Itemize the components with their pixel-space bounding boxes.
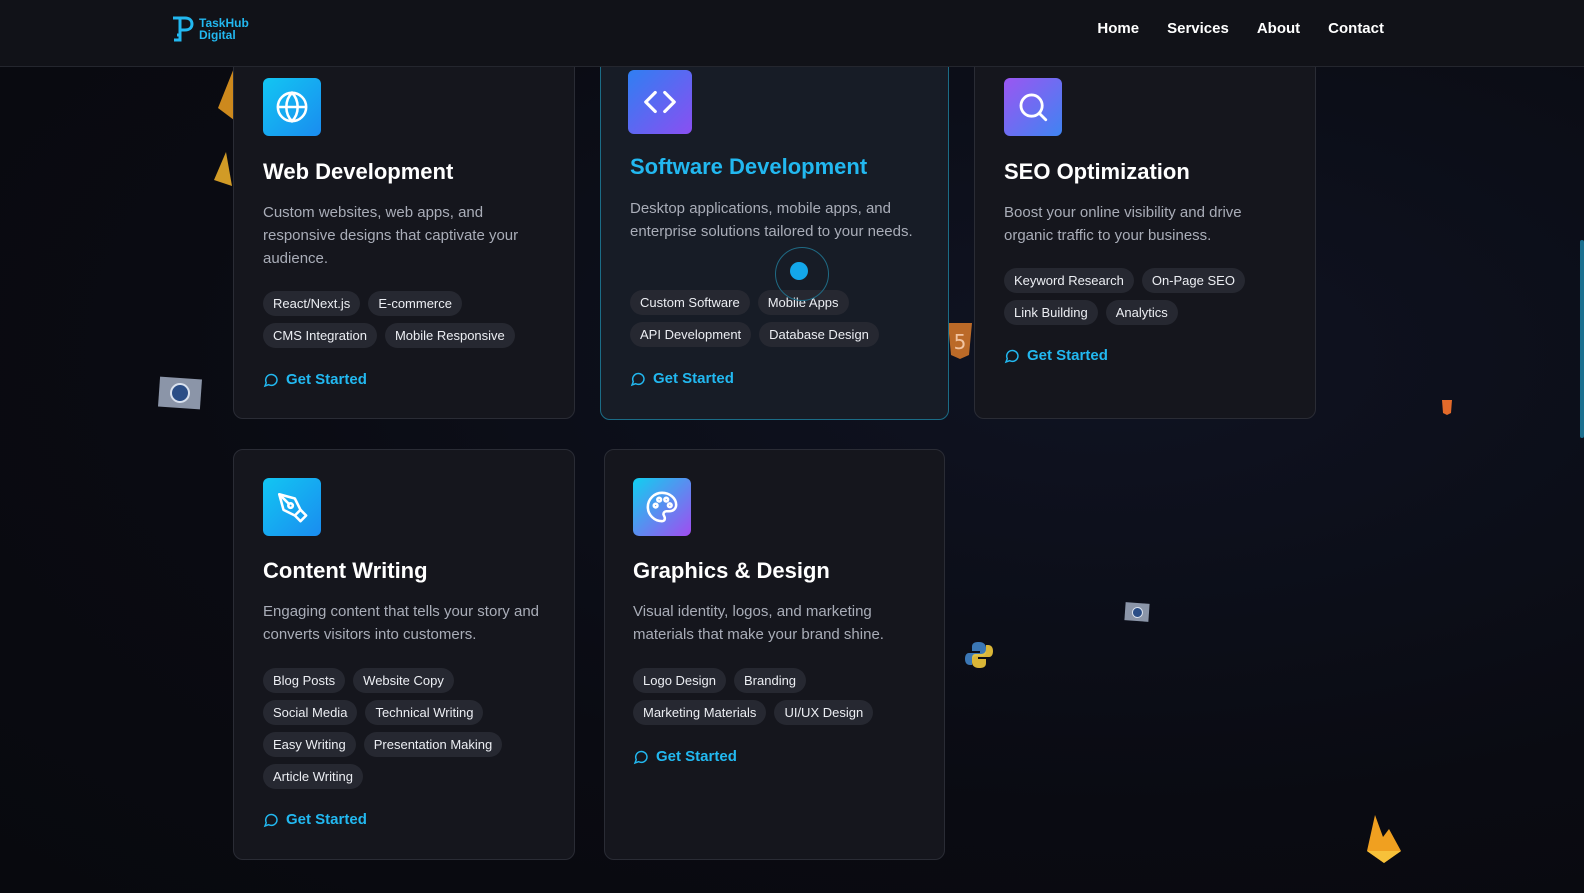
tag: Article Writing — [263, 764, 363, 789]
firebase-icon — [1367, 815, 1401, 863]
pen-tool-icon — [263, 478, 321, 536]
tag-list: Logo Design Branding Marketing Materials… — [633, 668, 923, 725]
cta-label: Get Started — [286, 371, 367, 388]
get-started-button[interactable]: Get Started — [633, 748, 737, 765]
card-description: Engaging content that tells your story a… — [263, 603, 540, 643]
nav-services-link[interactable]: Services — [1167, 20, 1229, 37]
tag: E-commerce — [368, 291, 462, 316]
tag-list: Custom Software Mobile Apps API Developm… — [630, 290, 930, 347]
html5-icon: 5 — [948, 323, 972, 359]
tag: Technical Writing — [365, 700, 484, 725]
chat-bubble-icon — [630, 372, 645, 386]
tag: Branding — [734, 668, 807, 693]
page-scrollbar[interactable] — [1580, 240, 1584, 438]
tag: UI/UX Design — [774, 700, 874, 725]
search-icon — [1004, 78, 1062, 136]
card-title: Graphics & Design — [633, 558, 830, 583]
cta-label: Get Started — [286, 811, 367, 828]
code-icon — [628, 70, 692, 134]
card-description: Visual identity, logos, and marketing ma… — [633, 603, 884, 643]
service-card-web-development[interactable]: Web Development Custom websites, web app… — [233, 40, 575, 419]
tag: React/Next.js — [263, 291, 361, 316]
tag: Logo Design — [633, 668, 726, 693]
tag: Mobile Responsive — [384, 323, 515, 348]
cta-label: Get Started — [653, 370, 734, 387]
tag: Blog Posts — [263, 668, 346, 693]
chat-bubble-icon — [633, 750, 648, 764]
badge-icon — [1124, 602, 1150, 622]
site-header: TaskHub Digital Home Services About Cont… — [0, 0, 1584, 67]
cta-label: Get Started — [656, 748, 737, 765]
tag: Keyword Research — [1004, 268, 1134, 293]
tag: Website Copy — [353, 668, 454, 693]
tag-list: Keyword Research On-Page SEO Link Buildi… — [1004, 268, 1294, 325]
card-title: Web Development — [263, 159, 454, 184]
tag: API Development — [630, 322, 752, 347]
get-started-button[interactable]: Get Started — [1004, 347, 1108, 364]
brand-logo[interactable]: TaskHub Digital — [170, 15, 249, 43]
tag: Analytics — [1105, 300, 1178, 325]
badge-icon — [158, 376, 202, 410]
html5-icon — [1442, 400, 1452, 415]
tag: Custom Software — [630, 290, 750, 315]
tag: On-Page SEO — [1141, 268, 1245, 293]
chat-bubble-icon — [1004, 349, 1019, 363]
nav-about-link[interactable]: About — [1257, 20, 1300, 37]
tag: CMS Integration — [263, 323, 377, 348]
tag: Database Design — [759, 322, 879, 347]
card-description: Custom websites, web apps, and responsiv… — [263, 204, 519, 267]
brand-line2: Digital — [199, 28, 236, 42]
card-title: Content Writing — [263, 558, 428, 583]
card-title: SEO Optimization — [1004, 159, 1190, 184]
nav-contact-link[interactable]: Contact — [1328, 20, 1384, 37]
tag: Link Building — [1004, 300, 1098, 325]
python-icon — [965, 642, 993, 668]
main-nav: Home Services About Contact — [1097, 20, 1384, 37]
get-started-button[interactable]: Get Started — [630, 370, 734, 387]
service-card-seo-optimization[interactable]: SEO Optimization Boost your online visib… — [974, 40, 1316, 419]
service-card-graphics-design[interactable]: Graphics & Design Visual identity, logos… — [604, 449, 945, 860]
cta-label: Get Started — [1027, 347, 1108, 364]
card-description: Boost your online visibility and drive o… — [1004, 204, 1242, 244]
service-card-software-development[interactable]: Software Development Desktop application… — [600, 35, 949, 420]
palette-icon — [633, 478, 691, 536]
tag: Easy Writing — [263, 732, 356, 757]
tag: Social Media — [263, 700, 358, 725]
tag: Marketing Materials — [633, 700, 767, 725]
nav-home-link[interactable]: Home — [1097, 20, 1139, 37]
card-description: Desktop applications, mobile apps, and e… — [630, 200, 913, 240]
logo-mark-icon — [173, 16, 194, 42]
get-started-button[interactable]: Get Started — [263, 811, 367, 828]
tag: Presentation Making — [363, 732, 503, 757]
chat-bubble-icon — [263, 813, 278, 827]
chat-bubble-icon — [263, 373, 278, 387]
get-started-button[interactable]: Get Started — [263, 371, 367, 388]
cursor-dot — [790, 262, 808, 280]
service-card-content-writing[interactable]: Content Writing Engaging content that te… — [233, 449, 575, 860]
svg-text:5: 5 — [954, 330, 967, 354]
globe-icon — [263, 78, 321, 136]
firebase-icon — [214, 152, 232, 186]
card-title: Software Development — [630, 154, 868, 179]
tag-list: React/Next.js E-commerce CMS Integration… — [263, 291, 553, 348]
tag-list: Blog Posts Website Copy Social Media Tec… — [263, 668, 553, 789]
